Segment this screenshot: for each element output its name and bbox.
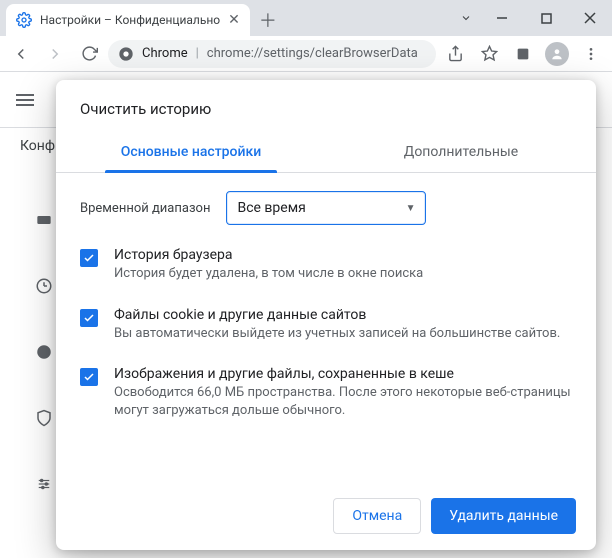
option-desc: Вы автоматически выйдете из учетных запи… bbox=[114, 325, 560, 343]
omnibox-prefix: Chrome bbox=[142, 46, 188, 61]
time-range-value: Все время bbox=[237, 200, 305, 216]
reload-button[interactable] bbox=[74, 39, 104, 69]
profile-avatar[interactable] bbox=[542, 39, 572, 69]
sliders-icon[interactable] bbox=[34, 474, 54, 494]
option-cookies: Файлы cookie и другие данные сайтов Вы а… bbox=[80, 295, 572, 355]
tab-title: Настройки – Конфиденциально bbox=[40, 13, 220, 27]
tab-overflow-icon[interactable] bbox=[452, 0, 480, 36]
back-button[interactable] bbox=[6, 39, 36, 69]
cancel-button[interactable]: Отмена bbox=[333, 498, 421, 534]
new-tab-button[interactable]: ＋ bbox=[254, 6, 282, 34]
option-desc: История будет удалена, в том числе в окн… bbox=[114, 265, 423, 283]
option-cache: Изображения и другие файлы, сохраненные … bbox=[80, 354, 572, 431]
chevron-down-icon: ▼ bbox=[406, 203, 416, 214]
option-title: Файлы cookie и другие данные сайтов bbox=[114, 307, 560, 323]
option-browsing-history: История браузера История будет удалена, … bbox=[80, 235, 572, 295]
settings-sidebar-icons bbox=[34, 210, 54, 494]
window-titlebar: Настройки – Конфиденциально ✕ ＋ bbox=[0, 0, 612, 36]
dialog-actions: Отмена Удалить данные bbox=[56, 490, 596, 538]
forward-button[interactable] bbox=[40, 39, 70, 69]
page-content: Конф Очистить историю Основные настройки… bbox=[0, 72, 612, 558]
checkbox-cache[interactable] bbox=[80, 368, 98, 386]
checkbox-cookies[interactable] bbox=[80, 309, 98, 327]
option-title: История браузера bbox=[114, 247, 423, 263]
close-window-button[interactable] bbox=[568, 0, 612, 36]
address-bar[interactable]: Chrome | chrome://settings/clearBrowserD… bbox=[108, 40, 436, 68]
time-range-label: Временной диапазон bbox=[80, 201, 210, 216]
browser-tab[interactable]: Настройки – Конфиденциально ✕ bbox=[6, 4, 250, 36]
option-title: Изображения и другие файлы, сохраненные … bbox=[114, 366, 572, 382]
minimize-button[interactable] bbox=[480, 0, 524, 36]
browser-toolbar: Chrome | chrome://settings/clearBrowserD… bbox=[0, 36, 612, 72]
checkbox-browsing-history[interactable] bbox=[80, 249, 98, 267]
close-tab-icon[interactable]: ✕ bbox=[228, 13, 240, 27]
menu-icon[interactable] bbox=[576, 39, 606, 69]
clear-options-list: История браузера История будет удалена, … bbox=[56, 231, 596, 490]
dialog-tabs: Основные настройки Дополнительные bbox=[56, 132, 596, 173]
gear-icon bbox=[16, 12, 32, 28]
security-shield-icon[interactable] bbox=[34, 408, 54, 428]
extensions-icon[interactable] bbox=[508, 39, 538, 69]
autofill-icon[interactable] bbox=[34, 210, 54, 230]
option-desc: Освободится 66,0 МБ пространства. После … bbox=[114, 384, 572, 419]
dialog-title: Очистить историю bbox=[56, 80, 596, 132]
privacy-icon[interactable] bbox=[34, 276, 54, 296]
time-range-select[interactable]: Все время ▼ bbox=[226, 191, 426, 225]
appearance-icon[interactable] bbox=[34, 342, 54, 362]
bookmark-icon[interactable] bbox=[474, 39, 504, 69]
maximize-button[interactable] bbox=[524, 0, 568, 36]
tab-advanced[interactable]: Дополнительные bbox=[326, 132, 596, 172]
hamburger-menu-icon[interactable] bbox=[16, 94, 34, 106]
tab-basic[interactable]: Основные настройки bbox=[56, 132, 326, 172]
clear-data-dialog: Очистить историю Основные настройки Допо… bbox=[56, 80, 596, 550]
omnibox-separator: | bbox=[196, 46, 199, 61]
chrome-logo-icon bbox=[118, 46, 134, 62]
confirm-button[interactable]: Удалить данные bbox=[431, 498, 576, 534]
omnibox-url: chrome://settings/clearBrowserData bbox=[207, 46, 418, 61]
time-range-row: Временной диапазон Все время ▼ bbox=[56, 173, 596, 231]
share-icon[interactable] bbox=[440, 39, 470, 69]
